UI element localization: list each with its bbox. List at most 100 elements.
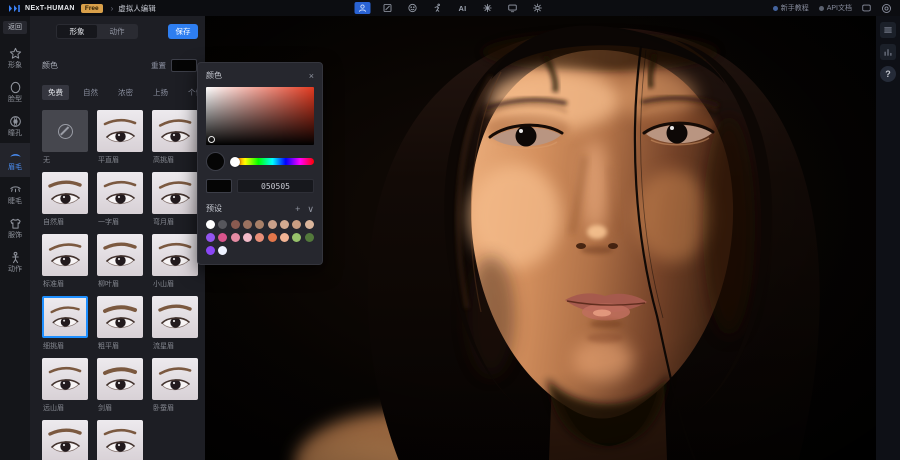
- preset-color[interactable]: [243, 233, 252, 242]
- sidebar-item-clothes[interactable]: 服饰: [0, 211, 30, 245]
- preset-color[interactable]: [218, 220, 227, 229]
- sidebar-item-brow[interactable]: 眉毛: [0, 143, 30, 177]
- category-chip[interactable]: 浓密: [112, 85, 139, 100]
- style-option[interactable]: 平直眉: [97, 110, 143, 166]
- hex-input[interactable]: [237, 179, 314, 193]
- style-label: 自然眉: [42, 214, 88, 228]
- screen-icon[interactable]: [505, 2, 521, 14]
- preset-color[interactable]: [292, 220, 301, 229]
- preset-color[interactable]: [231, 233, 240, 242]
- style-option[interactable]: 卧蚕眉: [152, 358, 198, 414]
- brow-thumb-art: [152, 358, 198, 400]
- category-chip[interactable]: 免费: [42, 85, 69, 100]
- color-label: 颜色: [42, 60, 58, 71]
- preset-color[interactable]: [292, 233, 301, 242]
- style-label: 流星眉: [152, 338, 198, 352]
- save-button[interactable]: 保存: [168, 24, 198, 39]
- style-option[interactable]: 惊鸿眉: [97, 420, 143, 460]
- style-option[interactable]: 柳叶眉: [97, 234, 143, 290]
- sv-cursor[interactable]: [208, 136, 215, 143]
- sidebar-item-lash[interactable]: 睫毛: [0, 177, 30, 211]
- brow-thumb-art: [97, 296, 143, 338]
- brow-thumb-art: [97, 172, 143, 214]
- style-option[interactable]: 新月眉: [42, 420, 88, 460]
- help-icon[interactable]: ?: [880, 66, 896, 82]
- topbar-link[interactable]: API文档: [819, 3, 852, 13]
- sidebar-item-faceshape[interactable]: 脸型: [0, 75, 30, 109]
- style-label: 无: [42, 152, 88, 166]
- style-option[interactable]: 粗平眉: [97, 296, 143, 352]
- category-chip[interactable]: 上扬: [147, 85, 174, 100]
- style-option[interactable]: 远山眉: [42, 358, 88, 414]
- style-label: 小山眉: [152, 276, 198, 290]
- preset-color[interactable]: [218, 233, 227, 242]
- style-option[interactable]: 弯月眉: [152, 172, 198, 228]
- preset-color[interactable]: [280, 220, 289, 229]
- style-label: 剑眉: [97, 400, 143, 414]
- close-icon[interactable]: ×: [309, 72, 314, 80]
- ai-button[interactable]: AI: [455, 2, 471, 14]
- logo-text: NExT-HUMAN: [25, 5, 75, 12]
- preset-color[interactable]: [280, 233, 289, 242]
- style-label: 柳叶眉: [97, 276, 143, 290]
- emotion-icon[interactable]: [405, 2, 421, 14]
- prohibit-icon: [58, 124, 73, 139]
- list-icon[interactable]: [880, 22, 896, 38]
- preset-color[interactable]: [218, 246, 227, 255]
- style-option[interactable]: 细挑眉: [42, 296, 88, 352]
- preset-color[interactable]: [206, 233, 215, 242]
- stats-icon[interactable]: [880, 44, 896, 60]
- bullet-icon: [773, 6, 778, 11]
- preset-color[interactable]: [206, 220, 215, 229]
- picker-title: 颜色: [206, 70, 222, 81]
- sidebar-item-preset[interactable]: 形象: [0, 41, 30, 75]
- avatar-icon[interactable]: [355, 2, 371, 14]
- screenshot-icon[interactable]: [881, 3, 892, 14]
- sidebar-item-pupil[interactable]: 瞳孔: [0, 109, 30, 143]
- color-swatch[interactable]: [171, 59, 197, 72]
- style-option[interactable]: 一字眉: [97, 172, 143, 228]
- sidebar-item-pose[interactable]: 动作: [0, 245, 30, 279]
- tab-appearance[interactable]: 形象: [57, 25, 97, 38]
- pose-icon: [9, 251, 22, 264]
- style-option[interactable]: 剑眉: [97, 358, 143, 414]
- preset-color[interactable]: [255, 220, 264, 229]
- current-color-preview: [206, 152, 225, 171]
- preset-color[interactable]: [206, 246, 215, 255]
- preset-color[interactable]: [305, 220, 314, 229]
- saturation-area[interactable]: [206, 87, 314, 145]
- brow-thumb-art: [42, 358, 88, 400]
- preset-color[interactable]: [305, 233, 314, 242]
- style-option[interactable]: 标准眉: [42, 234, 88, 290]
- brow-thumb-art: [97, 358, 143, 400]
- collapse-icon[interactable]: ∨: [307, 205, 314, 213]
- topbar-link[interactable]: 新手教程: [773, 3, 809, 13]
- feedback-icon[interactable]: [861, 3, 872, 13]
- style-option-none[interactable]: 无: [42, 110, 88, 166]
- hue-slider[interactable]: [231, 158, 314, 165]
- tab-motion[interactable]: 动作: [97, 25, 137, 38]
- preset-swatches: [206, 220, 314, 255]
- style-option[interactable]: 高挑眉: [152, 110, 198, 166]
- style-option[interactable]: 流星眉: [152, 296, 198, 352]
- effects-icon[interactable]: [480, 2, 496, 14]
- reset-button[interactable]: 重置: [151, 60, 166, 71]
- hue-handle[interactable]: [230, 157, 240, 167]
- edit-icon[interactable]: [380, 2, 396, 14]
- style-label: 细挑眉: [42, 338, 88, 352]
- add-preset-icon[interactable]: +: [295, 205, 300, 213]
- brow-icon: [9, 149, 22, 162]
- preset-color[interactable]: [255, 233, 264, 242]
- preset-color[interactable]: [268, 220, 277, 229]
- style-option[interactable]: 自然眉: [42, 172, 88, 228]
- settings-icon[interactable]: [530, 2, 546, 14]
- preset-color[interactable]: [268, 233, 277, 242]
- category-chip[interactable]: 自然: [77, 85, 104, 100]
- motion-icon[interactable]: [430, 2, 446, 14]
- style-grid: 无平直眉高挑眉自然眉一字眉弯月眉标准眉柳叶眉小山眉细挑眉粗平眉流星眉远山眉剑眉卧…: [42, 110, 205, 460]
- preset-color[interactable]: [231, 220, 240, 229]
- brow-thumb-art: [152, 296, 198, 338]
- preset-color[interactable]: [243, 220, 252, 229]
- back-button[interactable]: 返回: [3, 21, 27, 34]
- style-option[interactable]: 小山眉: [152, 234, 198, 290]
